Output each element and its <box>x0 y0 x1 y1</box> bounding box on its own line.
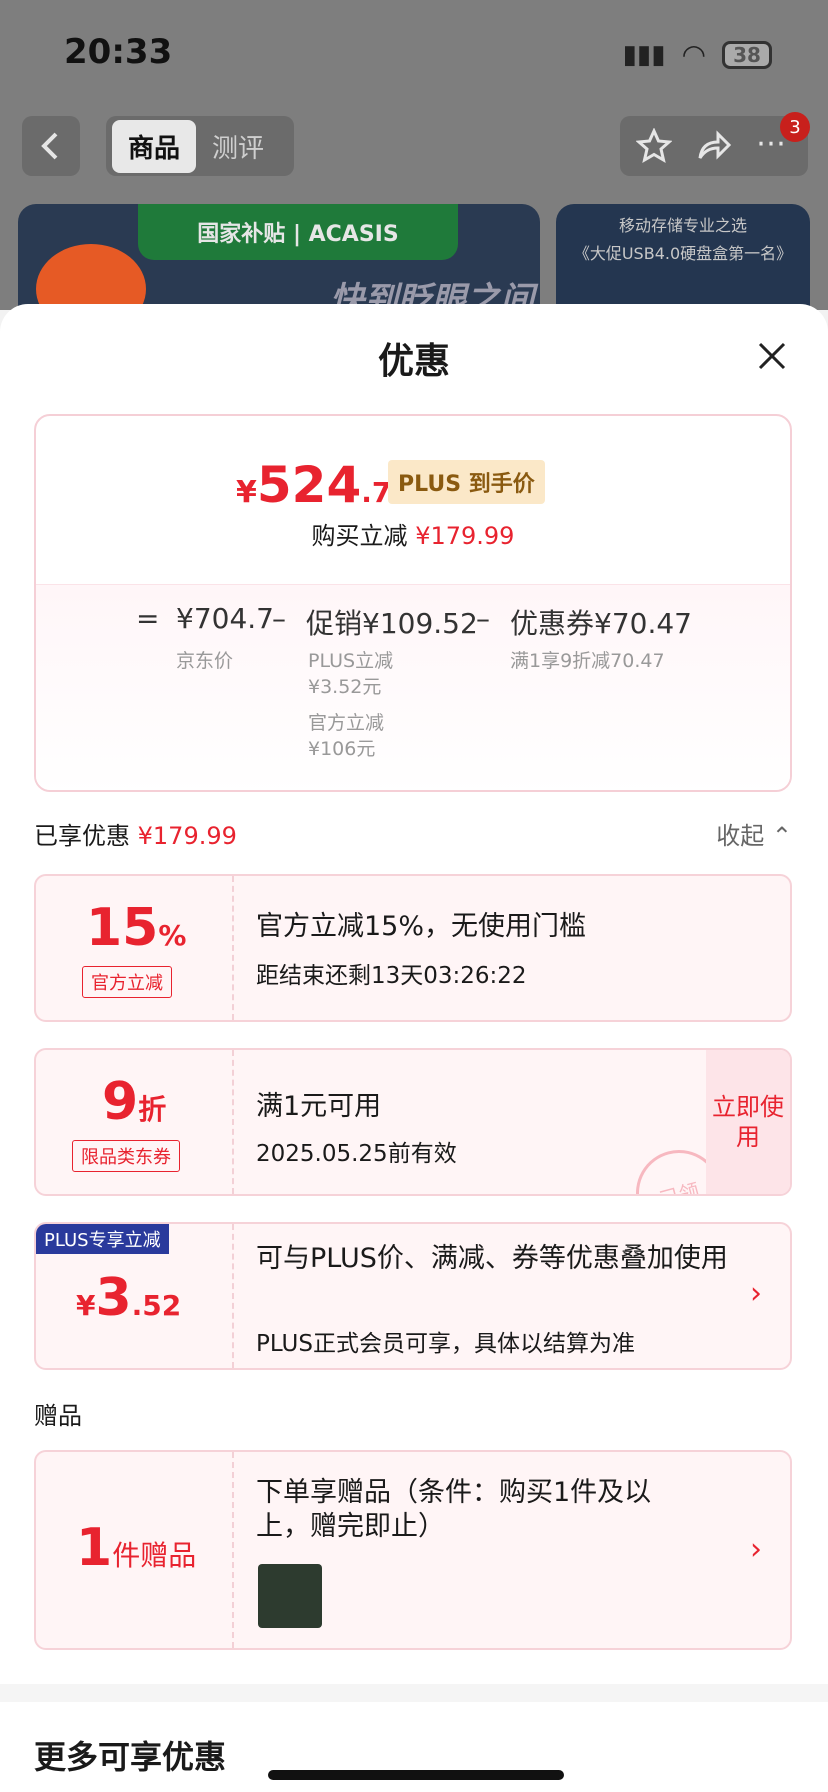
card-main-text: 官方立减15%，无使用门槛 <box>256 911 587 942</box>
official-cut-tag: 官方立减 <box>82 966 172 998</box>
star-icon[interactable] <box>636 128 672 164</box>
notification-badge: 3 <box>780 112 810 142</box>
gift-count: 1件赠品 <box>76 1518 197 1578</box>
more-discounts-title: 更多可享优惠 <box>34 1738 227 1776</box>
status-icons: ▮▮▮ ◠ 38 <box>623 38 772 71</box>
coupon-discount: 9折 <box>102 1072 167 1132</box>
tab-review[interactable]: 测评 <box>196 120 280 173</box>
card-note: PLUS正式会员可享，具体以结算为准 <box>256 1331 635 1357</box>
discount-card-official: 15% 官方立减 官方立减15%，无使用门槛 距结束还剩13天03:26:22 <box>34 874 792 1022</box>
coupon-note: 满1享9折减70.47 <box>510 650 665 672</box>
status-time: 20:33 <box>64 32 173 72</box>
use-now-button[interactable]: 立即使用 <box>706 1050 790 1194</box>
plus-cut-value: ¥3.52元 <box>308 676 382 698</box>
minus-sign-1: – <box>272 602 286 635</box>
minus-sign-2: – <box>476 602 490 635</box>
banner2-line2: 《大促USB4.0硬盘盒第一名》 <box>573 244 793 263</box>
chevron-up-icon: ⌃ <box>771 822 792 850</box>
tab-product[interactable]: 商品 <box>112 119 197 173</box>
chevron-right-icon: › <box>750 1532 762 1567</box>
discount-sheet: 优惠 ¥524.71 PLUS 到手价 购买立减 ¥179.99 = ¥704.… <box>0 304 828 1792</box>
plus-ribbon: PLUS专享立减 <box>36 1224 169 1254</box>
discount-card-coupon: 9折 限品类东券 满1元可用 2025.05.25前有效 已领 立即使用 <box>34 1048 792 1196</box>
section-divider <box>0 1684 828 1702</box>
banner-subsidy-label: 国家补贴 | ACASIS <box>138 204 458 260</box>
card-validity: 2025.05.25前有效 <box>256 1141 457 1167</box>
equals-sign: = <box>136 602 160 635</box>
card-countdown: 距结束还剩13天03:26:22 <box>256 963 527 989</box>
plus-price-tag: PLUS 到手价 <box>388 460 545 504</box>
banner2-line1: 移动存储专业之选 <box>618 216 747 235</box>
card-main-text: 可与PLUS价、满减、券等优惠叠加使用 <box>256 1243 728 1274</box>
plus-cut-amount: ¥3.52 <box>76 1268 182 1328</box>
buy-discount: 购买立减 ¥179.99 <box>311 522 515 550</box>
card-value-area: 9折 限品类东券 <box>36 1050 234 1194</box>
coupon-amount: 优惠券¥70.47 <box>510 607 692 640</box>
card-main-text: 下单享赠品（条件：购买1件及以上，赠完即止） <box>256 1477 652 1542</box>
category-coupon-tag: 限品类东券 <box>72 1140 180 1172</box>
jd-price: ¥704.7 <box>176 602 274 635</box>
card-value-area: 1件赠品 <box>36 1452 234 1648</box>
enjoyed-discount-label: 已享优惠 ¥179.99 <box>34 822 237 850</box>
gift-thumbnail <box>258 1564 322 1628</box>
promo-amount: 促销¥109.52 <box>306 607 478 640</box>
card-main-text: 满1元可用 <box>256 1091 382 1122</box>
collapse-button[interactable]: 收起 ⌃ <box>716 816 792 851</box>
discount-percent: 15% <box>86 898 187 958</box>
price-summary-card: ¥524.71 PLUS 到手价 购买立减 ¥179.99 = ¥704.7 –… <box>34 414 792 792</box>
chevron-right-icon: › <box>750 1276 762 1311</box>
header-tabs: 商品 测评 <box>106 116 294 176</box>
discount-card-plus[interactable]: ¥3.52 PLUS专享立减 可与PLUS价、满减、券等优惠叠加使用 PLUS正… <box>34 1222 792 1370</box>
plus-cut-label: PLUS立减 <box>308 650 394 672</box>
signal-icon: ▮▮▮ <box>622 39 666 70</box>
sheet-title: 优惠 <box>377 341 450 382</box>
official-cut-label: 官方立减 <box>308 712 385 734</box>
share-icon[interactable] <box>696 128 732 164</box>
gift-title: 赠品 <box>34 1402 82 1430</box>
home-indicator[interactable] <box>268 1770 564 1780</box>
card-value-area: 15% 官方立减 <box>36 876 234 1020</box>
close-icon[interactable] <box>756 340 788 372</box>
wifi-icon: ◠ <box>681 38 706 71</box>
back-button[interactable] <box>22 116 80 176</box>
back-arrow-icon <box>41 132 58 160</box>
battery-icon: 38 <box>722 40 772 69</box>
official-cut-value: ¥106元 <box>308 738 376 760</box>
jd-price-label: 京东价 <box>176 650 234 672</box>
gift-card[interactable]: 1件赠品 下单享赠品（条件：购买1件及以上，赠完即止） › <box>34 1450 792 1650</box>
final-price: ¥524.71 <box>236 456 411 514</box>
